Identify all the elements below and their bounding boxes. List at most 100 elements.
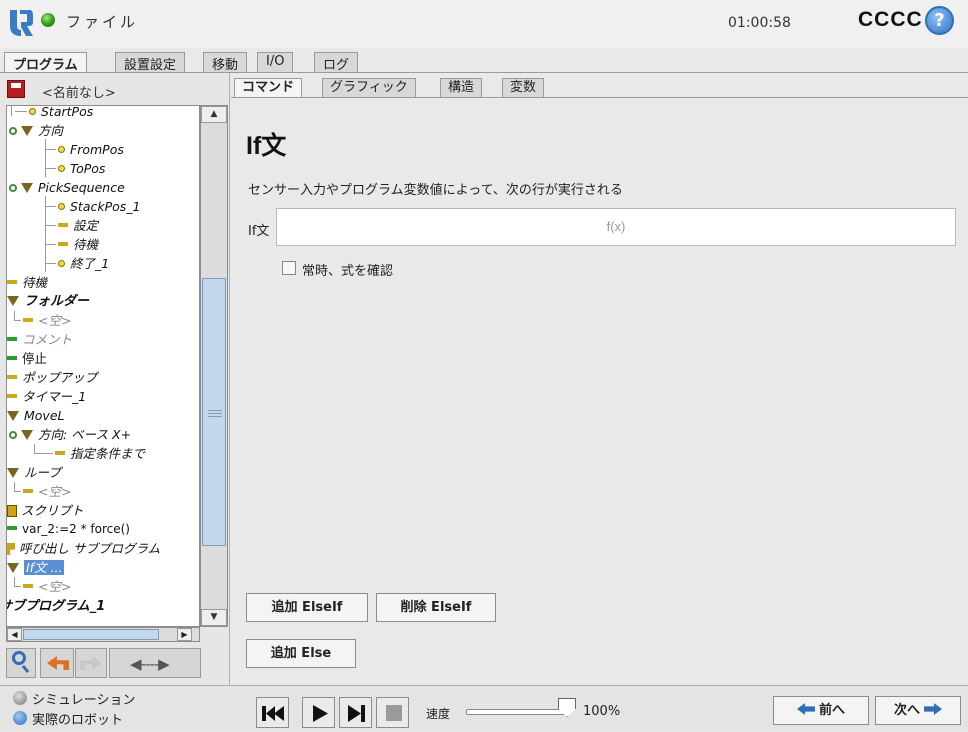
pin-icon	[9, 431, 17, 439]
tree-node[interactable]: StackPos_1	[46, 197, 141, 216]
scroll-right-icon[interactable]: ▶	[177, 628, 192, 641]
program-tree[interactable]: StartPos 方向 FromPos ToPos PickSequence S…	[6, 105, 200, 627]
tree-horizontal-scrollbar[interactable]: ◀ ▶	[6, 627, 200, 642]
tree-node[interactable]: var_2:=2 * force()	[7, 520, 130, 539]
tree-node[interactable]: 方向	[9, 121, 63, 140]
scroll-down-icon[interactable]: ▼	[201, 609, 227, 626]
tab-io[interactable]: I/O	[257, 52, 294, 72]
status-icon	[41, 13, 55, 27]
assignment-icon	[7, 526, 17, 530]
loop-triangle-icon	[7, 468, 19, 478]
expression-field[interactable]: f(x)	[276, 208, 956, 246]
tree-node[interactable]: サブプログラム_1	[7, 597, 105, 616]
tab-installation[interactable]: 設置設定	[115, 52, 186, 73]
arrow-left-icon	[796, 703, 815, 715]
timer-icon	[7, 394, 17, 398]
save-icon[interactable]	[7, 80, 25, 98]
folder-triangle-icon	[21, 183, 33, 193]
pin-icon	[9, 127, 17, 135]
help-icon[interactable]: ?	[925, 6, 954, 35]
simulation-label[interactable]: シミュレーション	[32, 689, 135, 708]
speed-slider[interactable]	[466, 709, 566, 715]
comment-icon	[7, 337, 17, 341]
real-robot-radio-icon[interactable]	[13, 711, 27, 725]
tree-node[interactable]: 終了_1	[46, 254, 109, 273]
real-robot-label[interactable]: 実際のロボット	[32, 709, 123, 728]
tab-graphics[interactable]: グラフィック	[322, 78, 416, 97]
arrow-right-icon	[924, 703, 942, 715]
tree-node[interactable]: 待機	[46, 235, 98, 254]
ur-logo-icon[interactable]	[8, 8, 34, 38]
tree-node[interactable]: 呼び出し サブプログラム	[7, 539, 160, 558]
wait-icon	[7, 280, 17, 284]
set-icon	[58, 223, 68, 227]
tab-move[interactable]: 移動	[203, 52, 248, 73]
tree-node[interactable]: PickSequence	[9, 178, 125, 197]
if-triangle-icon	[7, 563, 19, 573]
tree-node-selected[interactable]: If文 ...	[7, 558, 65, 577]
tree-node[interactable]: <空>	[15, 577, 71, 596]
folder-triangle-icon	[21, 126, 33, 136]
add-elseif-button[interactable]: 追加 ElseIf	[246, 593, 368, 622]
header-bar	[0, 0, 968, 48]
always-check-checkbox[interactable]	[282, 261, 296, 275]
tree-node[interactable]: 待機	[7, 273, 47, 292]
tab-program[interactable]: プログラム	[4, 52, 87, 73]
grip-line	[208, 410, 222, 411]
tree-node[interactable]: <空>	[15, 311, 71, 330]
hscroll-thumb[interactable]	[23, 629, 159, 640]
tree-node[interactable]: FromPos	[46, 140, 124, 159]
folder-triangle-icon	[7, 296, 19, 306]
tree-node[interactable]: <空>	[15, 482, 71, 501]
folder-triangle-icon	[21, 430, 33, 440]
folder-triangle-icon	[7, 411, 19, 421]
tab-log[interactable]: ログ	[314, 52, 359, 73]
rewind-icon	[262, 706, 284, 721]
tree-node[interactable]: タイマー_1	[7, 387, 86, 406]
waypoint-icon	[58, 146, 65, 153]
tree-node[interactable]: スクリプト	[7, 501, 84, 520]
empty-icon	[23, 584, 33, 588]
stop-button[interactable]	[376, 697, 409, 728]
tree-node[interactable]: StartPos	[15, 106, 93, 121]
step-icon	[348, 705, 365, 722]
tree-node[interactable]: 指定条件まで	[35, 444, 145, 463]
add-else-button[interactable]: 追加 Else	[246, 639, 356, 668]
tree-vertical-scrollbar[interactable]: ▲ ▼	[200, 105, 228, 627]
scroll-left-icon[interactable]: ◀	[7, 628, 22, 641]
scroll-thumb[interactable]	[202, 278, 226, 546]
tab-structure[interactable]: 構造	[440, 78, 483, 97]
tree-node[interactable]: ポップアップ	[7, 368, 97, 387]
next-button[interactable]: 次へ	[875, 696, 961, 725]
file-menu[interactable]: ファイル	[66, 11, 138, 32]
checkbox-label: 常時、式を確認	[302, 264, 394, 279]
prev-button[interactable]: 前へ	[773, 696, 869, 725]
tab-command[interactable]: コマンド	[234, 78, 303, 98]
program-name: <名前なし>	[42, 86, 116, 101]
waypoint-icon	[58, 203, 65, 210]
play-button[interactable]	[302, 697, 335, 728]
waypoint-icon	[58, 260, 65, 267]
grip-line	[208, 416, 222, 417]
page-title: If文	[246, 132, 287, 160]
scroll-up-icon[interactable]: ▲	[201, 106, 227, 123]
tree-node[interactable]: ループ	[7, 463, 61, 482]
step-button[interactable]	[339, 697, 372, 728]
tree-node[interactable]: コメント	[7, 330, 72, 349]
speed-label: 速度	[426, 707, 451, 721]
simulation-radio-icon[interactable]	[13, 691, 27, 705]
tree-node[interactable]: フォルダー	[7, 292, 89, 311]
script-icon	[7, 505, 17, 517]
tree-node[interactable]: 設定	[46, 216, 98, 235]
robot-name: CCCC	[858, 8, 923, 31]
tree-node[interactable]: 停止	[7, 349, 47, 368]
tree-node[interactable]: MoveL	[7, 406, 65, 425]
speed-value: 100%	[583, 704, 621, 719]
tab-variables[interactable]: 変数	[502, 78, 545, 97]
pin-icon	[9, 184, 17, 192]
tree-node[interactable]: 方向: ベース X+	[9, 425, 131, 444]
tree-node[interactable]: ToPos	[46, 159, 105, 178]
rewind-button[interactable]	[256, 697, 289, 728]
remove-elseif-button[interactable]: 削除 ElseIf	[376, 593, 496, 622]
empty-icon	[23, 489, 33, 493]
